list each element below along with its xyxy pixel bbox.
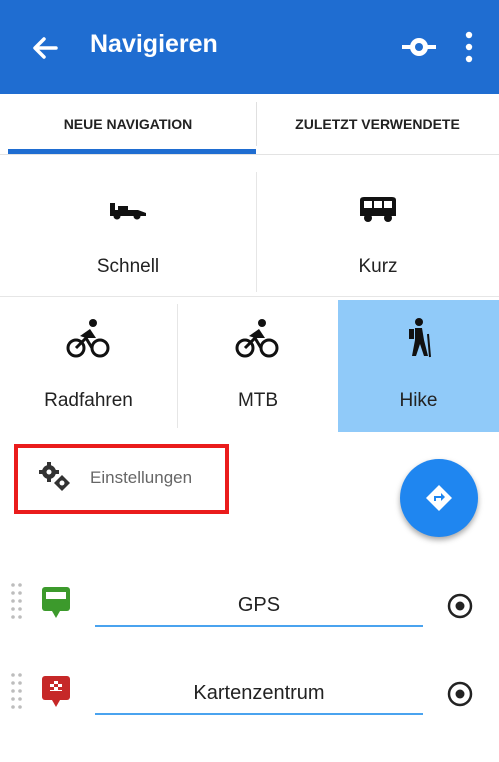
start-flag-icon [42,587,70,618]
bus-icon [360,197,396,222]
tab-recently-used[interactable]: ZULETZT VERWENDETE [256,94,499,154]
mode-fast[interactable]: Schnell [0,168,256,292]
finish-flag-icon [42,676,70,707]
mode-hike[interactable]: Hike [338,300,499,432]
mode-cycling-label: Radfahren [44,390,133,411]
arrow-left-icon[interactable] [30,33,60,63]
divider [0,296,499,297]
app-bar: Navigieren [0,0,499,94]
target-location-icon[interactable] [446,592,474,620]
settings-label[interactable]: Einstellungen [90,468,192,488]
mode-mtb-label: MTB [237,390,279,411]
mountain-biker-icon [235,319,279,358]
mode-fast-label: Schnell [96,256,160,277]
hiker-icon [409,318,431,358]
mode-short-label: Kurz [358,256,398,277]
settings-gears-icon[interactable] [38,461,72,493]
drag-handle-icon[interactable] [10,672,24,712]
mode-short[interactable]: Kurz [257,168,499,292]
tab-new-navigation[interactable]: NEUE NAVIGATION [0,94,256,154]
start-navigation-button[interactable] [400,459,478,537]
page-title: Navigieren [90,30,218,58]
more-vertical-icon[interactable] [462,30,476,64]
cyclist-icon [66,319,110,358]
route-marker-icon[interactable] [402,34,436,60]
mode-hike-label: Hike [399,390,438,411]
mode-cycling[interactable]: Radfahren [0,300,177,432]
tab-indicator [8,149,256,154]
mode-mtb[interactable]: MTB [178,300,338,432]
tab-bar: NEUE NAVIGATION ZULETZT VERWENDETE [0,94,499,155]
waypoint-destination-field[interactable]: Kartenzentrum [95,673,423,715]
directions-icon [426,485,452,511]
waypoint-start-field[interactable]: GPS [95,585,423,627]
drag-handle-icon[interactable] [10,582,24,622]
target-location-icon[interactable] [446,680,474,708]
race-car-icon [110,203,146,220]
